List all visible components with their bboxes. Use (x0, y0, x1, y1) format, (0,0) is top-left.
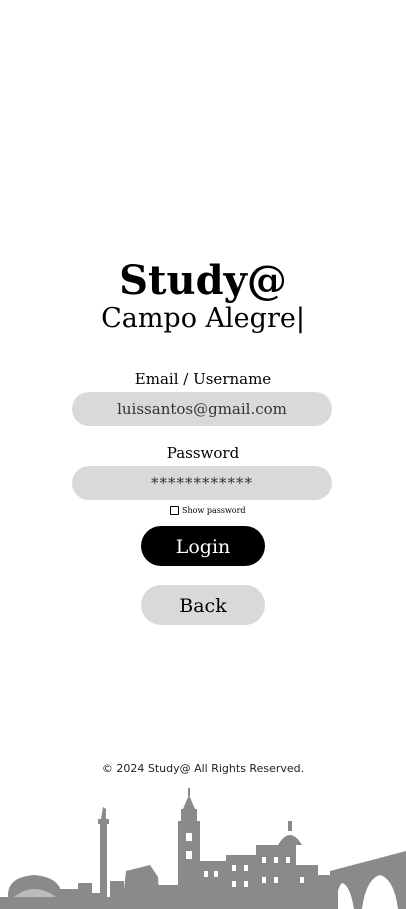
email-input[interactable] (72, 392, 332, 426)
password-input[interactable] (72, 466, 332, 500)
brand-subtitle: Campo Alegre| (0, 301, 406, 337)
show-password-label: Show password (182, 505, 246, 515)
footer-copyright: © 2024 Study@ All Rights Reserved. (101, 762, 305, 775)
skyline-icon (0, 788, 406, 909)
skyline-illustration (0, 788, 406, 909)
brand-logo: Study@ Campo Alegre| (0, 255, 406, 337)
typing-cursor: | (295, 303, 305, 334)
show-password-checkbox[interactable] (170, 505, 179, 515)
password-label: Password (166, 444, 240, 462)
back-button[interactable]: Back (141, 585, 265, 625)
brand-subtitle-text: Campo Alegre (101, 303, 296, 334)
login-button[interactable]: Login (141, 526, 265, 566)
email-label: Email / Username (134, 370, 272, 388)
brand-title: Study@ (119, 257, 287, 304)
show-password-toggle[interactable]: Show password (170, 504, 246, 516)
